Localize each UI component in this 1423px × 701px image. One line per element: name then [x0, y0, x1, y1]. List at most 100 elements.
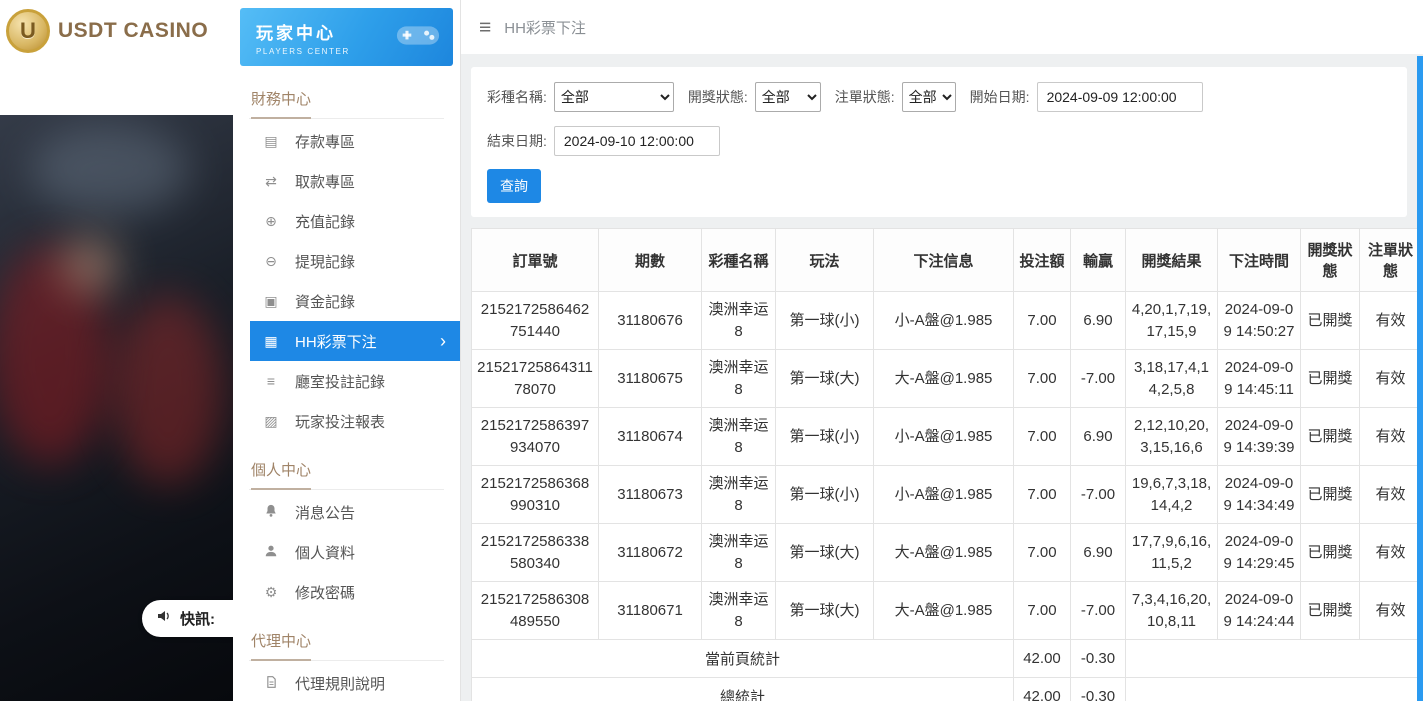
order-cell: 2152172586308489550 — [472, 582, 599, 640]
sidebar-subtitle: PLAYERS CENTER — [256, 47, 350, 56]
start-date-label: 開始日期: — [970, 87, 1030, 107]
topbar: ≡ HH彩票下注 — [461, 0, 1423, 54]
win-cell: 6.90 — [1071, 524, 1126, 582]
amount-cell: 7.00 — [1014, 524, 1071, 582]
sidebar-item-agent-rules[interactable]: 代理規則說明 — [233, 663, 460, 701]
hamburger-menu-icon[interactable]: ≡ — [479, 17, 491, 38]
sidebar-item-label: 廳室投註記錄 — [295, 371, 385, 392]
bet-info-cell: 大-A盤@1.985 — [874, 350, 1014, 408]
sidebar-item-label: 充值記錄 — [295, 211, 355, 232]
end-date-label: 結束日期: — [487, 131, 547, 151]
lottery-cell: 澳洲幸运8 — [702, 524, 776, 582]
sidebar-item-withdrawal-records[interactable]: ⊖ 提現記錄 — [233, 241, 460, 281]
bet-info-cell: 小-A盤@1.985 — [874, 466, 1014, 524]
bell-icon — [262, 504, 280, 520]
gear-icon: ⚙ — [262, 585, 280, 599]
app-root: U USDT CASINO 快訊: 玩家中心 PLAYERS CENTER — [0, 0, 1423, 701]
total-summary-win: -0.30 — [1071, 678, 1126, 701]
brand-logo[interactable]: U USDT CASINO — [0, 0, 233, 115]
lottery-cell: 澳洲幸运8 — [702, 408, 776, 466]
sidebar-item-withdraw[interactable]: ⇄ 取款專區 — [233, 161, 460, 201]
result-cell: 7,3,4,16,20,10,8,11 — [1126, 582, 1218, 640]
document-icon — [262, 675, 280, 691]
lottery-cell: 澳洲幸运8 — [702, 582, 776, 640]
amount-cell: 7.00 — [1014, 466, 1071, 524]
sidebar-item-funds-records[interactable]: ▣ 資金記錄 — [233, 281, 460, 321]
sidebar-item-announcements[interactable]: 消息公告 — [233, 492, 460, 532]
page-title: HH彩票下注 — [504, 17, 586, 38]
bet-info-cell: 小-A盤@1.985 — [874, 408, 1014, 466]
brand-logo-icon: U — [6, 9, 50, 53]
sidebar-item-change-password[interactable]: ⚙ 修改密碼 — [233, 572, 460, 612]
vertical-scrollbar[interactable] — [1417, 56, 1423, 701]
lottery-name-select[interactable]: 全部 — [554, 82, 674, 112]
play-cell: 第一球(大) — [776, 582, 874, 640]
amount-cell: 7.00 — [1014, 582, 1071, 640]
sidebar-item-label: HH彩票下注 — [295, 331, 377, 352]
time-cell: 2024-09-09 14:34:49 — [1218, 466, 1301, 524]
amount-cell: 7.00 — [1014, 292, 1071, 350]
time-cell: 2024-09-09 14:45:11 — [1218, 350, 1301, 408]
withdrawal-record-icon: ⊖ — [262, 254, 280, 268]
lottery-name-label: 彩種名稱: — [487, 87, 547, 107]
header-bet-time: 下注時間 — [1218, 229, 1301, 292]
result-cell: 4,20,1,7,19,17,15,9 — [1126, 292, 1218, 350]
sidebar-item-recharge-records[interactable]: ⊕ 充值記錄 — [233, 201, 460, 241]
period-cell: 31180675 — [599, 350, 702, 408]
draw-status-select[interactable]: 全部 — [755, 82, 821, 112]
result-cell: 19,6,7,3,18,14,4,2 — [1126, 466, 1218, 524]
sidebar-item-deposit[interactable]: ▤ 存款專區 — [233, 121, 460, 161]
sidebar-item-room-bet-records[interactable]: ≡ 廳室投註記錄 — [233, 361, 460, 401]
bet-status-cell: 有效 — [1360, 292, 1422, 350]
sidebar-item-label: 修改密碼 — [295, 582, 355, 603]
bet-status-cell: 有效 — [1360, 350, 1422, 408]
amount-cell: 7.00 — [1014, 408, 1071, 466]
draw-status-cell: 已開獎 — [1301, 408, 1360, 466]
sidebar-item-hh-lottery-bets[interactable]: ▦ HH彩票下注 › — [250, 321, 460, 361]
hero-image: 快訊: — [0, 115, 233, 701]
lottery-bet-icon: ▦ — [262, 334, 280, 348]
sidebar-item-label: 存款專區 — [295, 131, 355, 152]
win-cell: -7.00 — [1071, 466, 1126, 524]
start-date-input[interactable] — [1037, 82, 1203, 112]
sidebar-item-player-bet-report[interactable]: ▨ 玩家投注報表 — [233, 401, 460, 441]
page-summary-win: -0.30 — [1071, 640, 1126, 678]
news-ticker[interactable]: 快訊: — [142, 600, 233, 637]
play-cell: 第一球(小) — [776, 466, 874, 524]
draw-status-cell: 已開獎 — [1301, 582, 1360, 640]
header-draw-result: 開獎結果 — [1126, 229, 1218, 292]
recharge-record-icon: ⊕ — [262, 214, 280, 228]
end-date-input[interactable] — [554, 126, 720, 156]
sidebar-header: 玩家中心 PLAYERS CENTER — [240, 8, 453, 66]
bet-info-cell: 小-A盤@1.985 — [874, 292, 1014, 350]
play-cell: 第一球(小) — [776, 408, 874, 466]
total-summary-spacer — [1126, 678, 1422, 701]
bet-status-select[interactable]: 全部 — [902, 82, 956, 112]
page-summary-label: 當前頁統計 — [472, 640, 1014, 678]
period-cell: 31180673 — [599, 466, 702, 524]
table-row: 2152172586308489550 31180671 澳洲幸运8 第一球(大… — [472, 582, 1422, 640]
sidebar-item-label: 消息公告 — [295, 502, 355, 523]
draw-status-cell: 已開獎 — [1301, 350, 1360, 408]
user-icon — [262, 544, 280, 560]
bets-table: 訂單號 期數 彩種名稱 玩法 下注信息 投注額 輸贏 開獎結果 下注時間 開獎狀… — [471, 228, 1422, 701]
table-row: 2152172586338580340 31180672 澳洲幸运8 第一球(大… — [472, 524, 1422, 582]
period-cell: 31180672 — [599, 524, 702, 582]
sidebar-item-label: 個人資料 — [295, 542, 355, 563]
report-icon: ▨ — [262, 414, 280, 428]
bet-status-cell: 有效 — [1360, 408, 1422, 466]
result-cell: 3,18,17,4,14,2,5,8 — [1126, 350, 1218, 408]
bet-status-cell: 有效 — [1360, 524, 1422, 582]
header-order-no: 訂單號 — [472, 229, 599, 292]
table-row: 2152172586462751440 31180676 澳洲幸运8 第一球(小… — [472, 292, 1422, 350]
table-row: 2152172586368990310 31180673 澳洲幸运8 第一球(小… — [472, 466, 1422, 524]
query-button[interactable]: 查詢 — [487, 169, 541, 203]
win-cell: -7.00 — [1071, 350, 1126, 408]
header-bet-status: 注單狀態 — [1360, 229, 1422, 292]
draw-status-cell: 已開獎 — [1301, 466, 1360, 524]
play-cell: 第一球(大) — [776, 524, 874, 582]
sidebar-item-profile[interactable]: 個人資料 — [233, 532, 460, 572]
header-period: 期數 — [599, 229, 702, 292]
page-summary-amount: 42.00 — [1014, 640, 1071, 678]
hero-image-player-right — [113, 295, 223, 485]
